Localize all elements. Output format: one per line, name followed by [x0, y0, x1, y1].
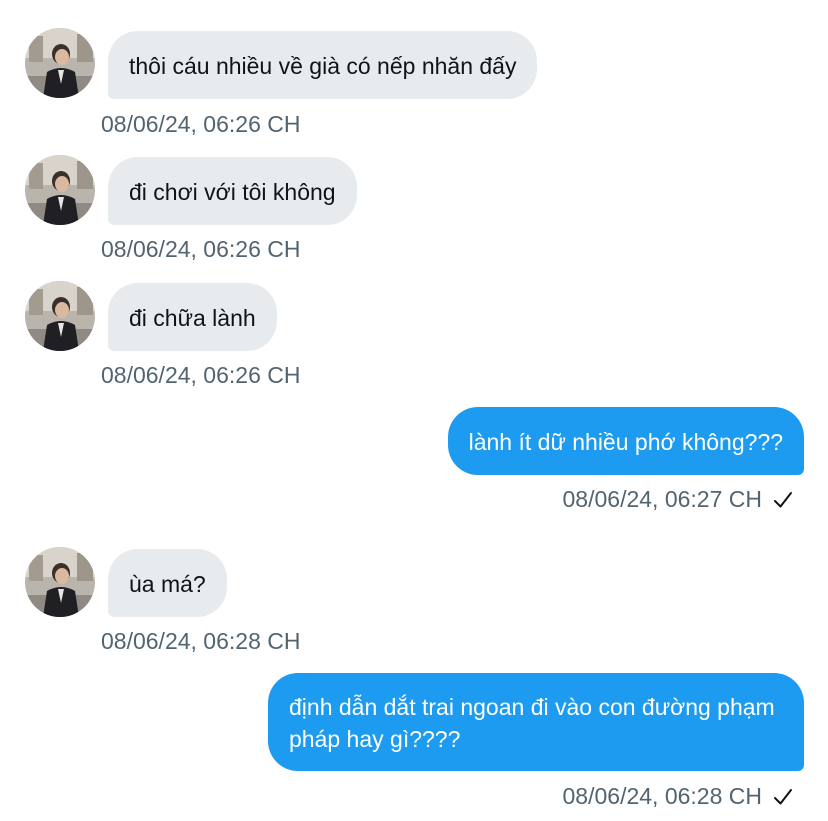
avatar[interactable] — [25, 28, 95, 98]
message-bubble-incoming[interactable]: thôi cáu nhiều về già có nếp nhăn đấy — [108, 31, 538, 99]
avatar[interactable] — [25, 155, 95, 225]
avatar-photo — [25, 281, 95, 351]
message-timestamp-row: 08/06/24, 06:27 CH — [563, 486, 794, 513]
avatar[interactable] — [25, 281, 95, 351]
message-text: lành ít dữ nhiều phớ không??? — [468, 429, 783, 455]
message-text: thôi cáu nhiều về già có nếp nhăn đấy — [129, 53, 517, 79]
message-bubble-outgoing[interactable]: lành ít dữ nhiều phớ không??? — [447, 407, 804, 475]
checkmark-icon — [774, 788, 792, 804]
message-timestamp: 08/06/24, 06:28 CH — [101, 628, 301, 654]
message-text: đi chơi với tôi không — [129, 179, 336, 205]
message-timestamp: 08/06/24, 06:28 CH — [562, 783, 762, 809]
avatar-photo — [25, 155, 95, 225]
message-text: đi chữa lành — [129, 305, 256, 331]
avatar[interactable] — [25, 547, 95, 617]
message-timestamp: 08/06/24, 06:26 CH — [101, 236, 301, 262]
avatar-photo — [25, 28, 95, 98]
message-timestamp: 08/06/24, 06:27 CH — [562, 486, 762, 512]
message-text: định dẫn dắt trai ngoan đi vào con đường… — [289, 694, 775, 752]
avatar-photo — [25, 547, 95, 617]
message-bubble-incoming[interactable]: đi chơi với tôi không — [108, 157, 357, 225]
checkmark-icon — [774, 491, 792, 507]
message-text: ùa má? — [129, 571, 206, 597]
message-bubble-incoming[interactable]: đi chữa lành — [108, 283, 277, 351]
message-bubble-outgoing[interactable]: định dẫn dắt trai ngoan đi vào con đường… — [268, 673, 804, 771]
message-timestamp: 08/06/24, 06:26 CH — [101, 111, 301, 137]
message-timestamp-row: 08/06/24, 06:28 CH — [563, 783, 794, 810]
message-bubble-incoming[interactable]: ùa má? — [108, 549, 227, 617]
message-timestamp: 08/06/24, 06:26 CH — [101, 362, 301, 388]
